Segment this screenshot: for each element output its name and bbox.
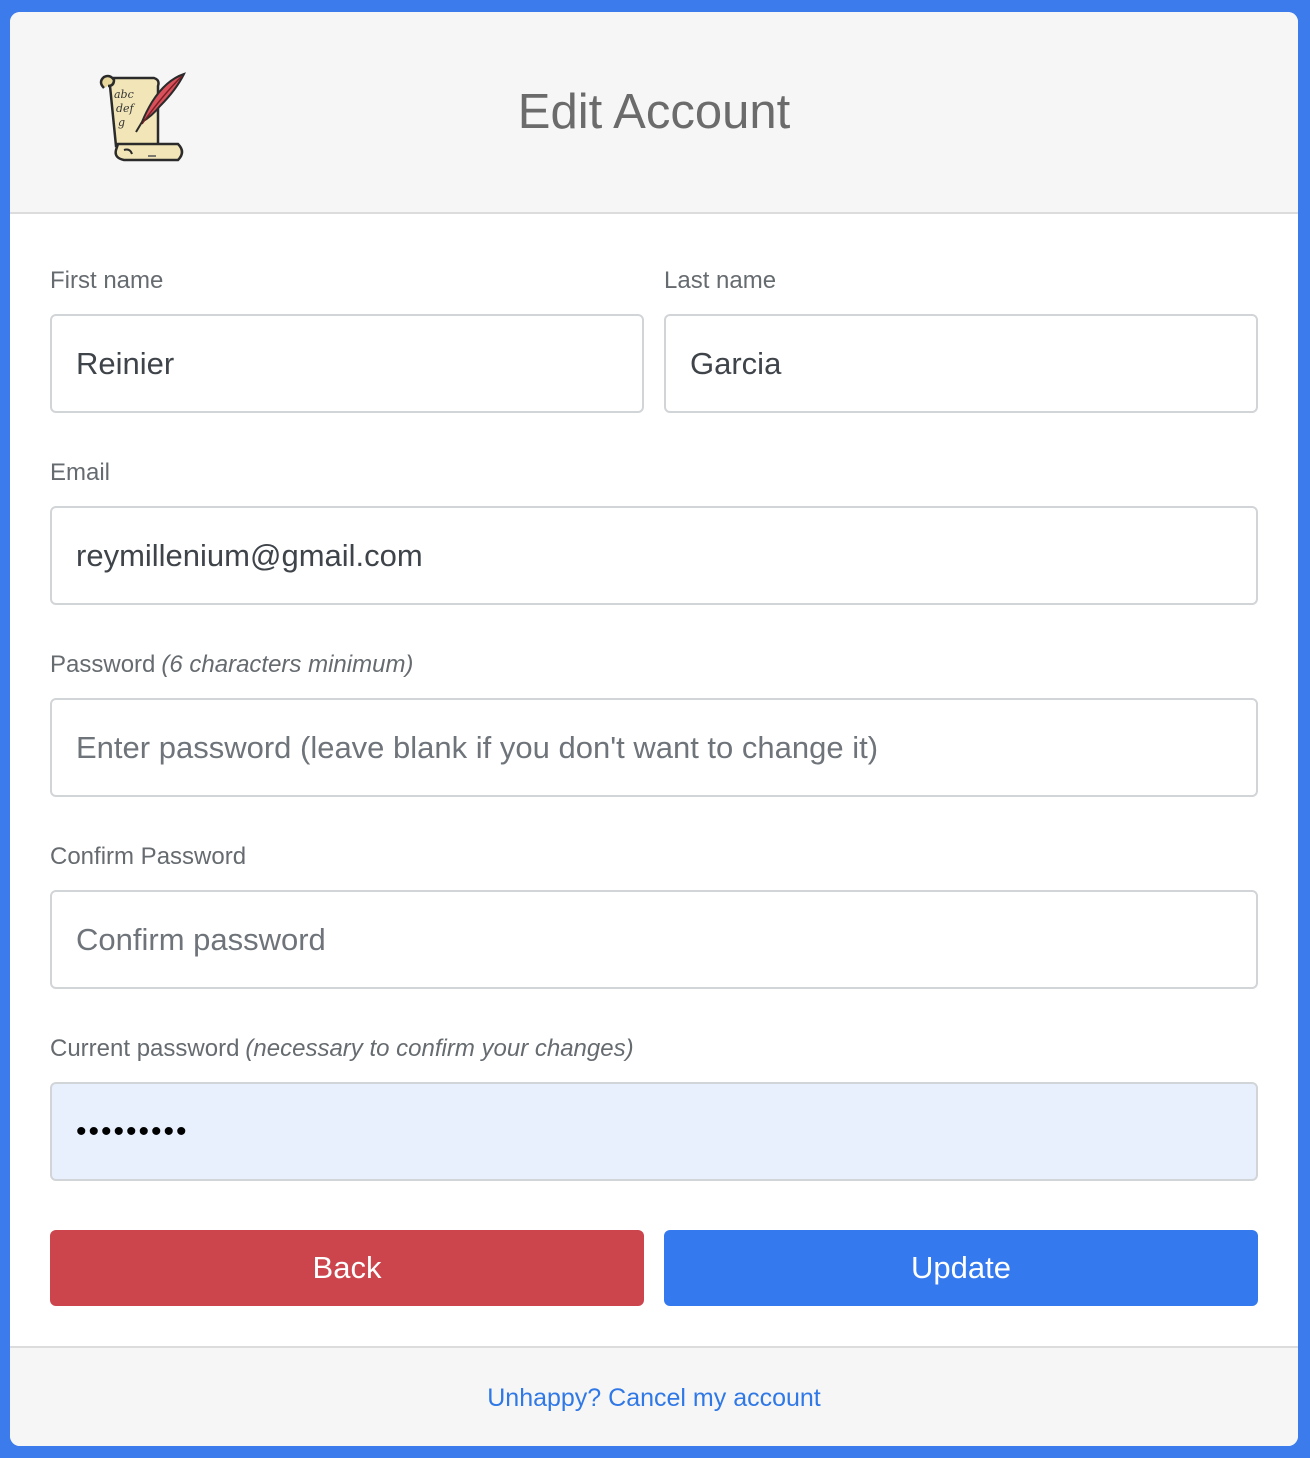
password-label: Password bbox=[50, 651, 156, 678]
confirm-password-label: Confirm Password bbox=[50, 843, 247, 870]
card-header: abc def g Edit Account bbox=[10, 12, 1298, 214]
current-password-label-row: Current password (necessary to confirm yo… bbox=[50, 1034, 634, 1064]
cancel-account-link[interactable]: Unhappy? Cancel my account bbox=[10, 1382, 1298, 1414]
password-field[interactable] bbox=[50, 698, 1258, 797]
last-name-field[interactable] bbox=[664, 314, 1258, 413]
page-title: Edit Account bbox=[517, 85, 791, 139]
update-button[interactable]: Update bbox=[664, 1230, 1258, 1306]
back-button[interactable]: Back bbox=[50, 1230, 644, 1306]
first-name-field[interactable] bbox=[50, 314, 644, 413]
current-password-hint: (necessary to confirm your changes) bbox=[245, 1035, 634, 1062]
card-footer: Unhappy? Cancel my account bbox=[10, 1346, 1298, 1446]
current-password-field[interactable] bbox=[50, 1082, 1258, 1181]
edit-account-card: abc def g Edit Account First name Last n… bbox=[10, 12, 1298, 1446]
last-name-label: Last name bbox=[664, 267, 777, 294]
confirm-password-field[interactable] bbox=[50, 890, 1258, 989]
password-hint: (6 characters minimum) bbox=[161, 651, 414, 678]
first-name-label: First name bbox=[50, 267, 164, 294]
email-field[interactable] bbox=[50, 506, 1258, 605]
email-label: Email bbox=[50, 459, 111, 486]
current-password-label: Current password bbox=[50, 1035, 240, 1062]
password-label-row: Password (6 characters minimum) bbox=[50, 650, 413, 680]
